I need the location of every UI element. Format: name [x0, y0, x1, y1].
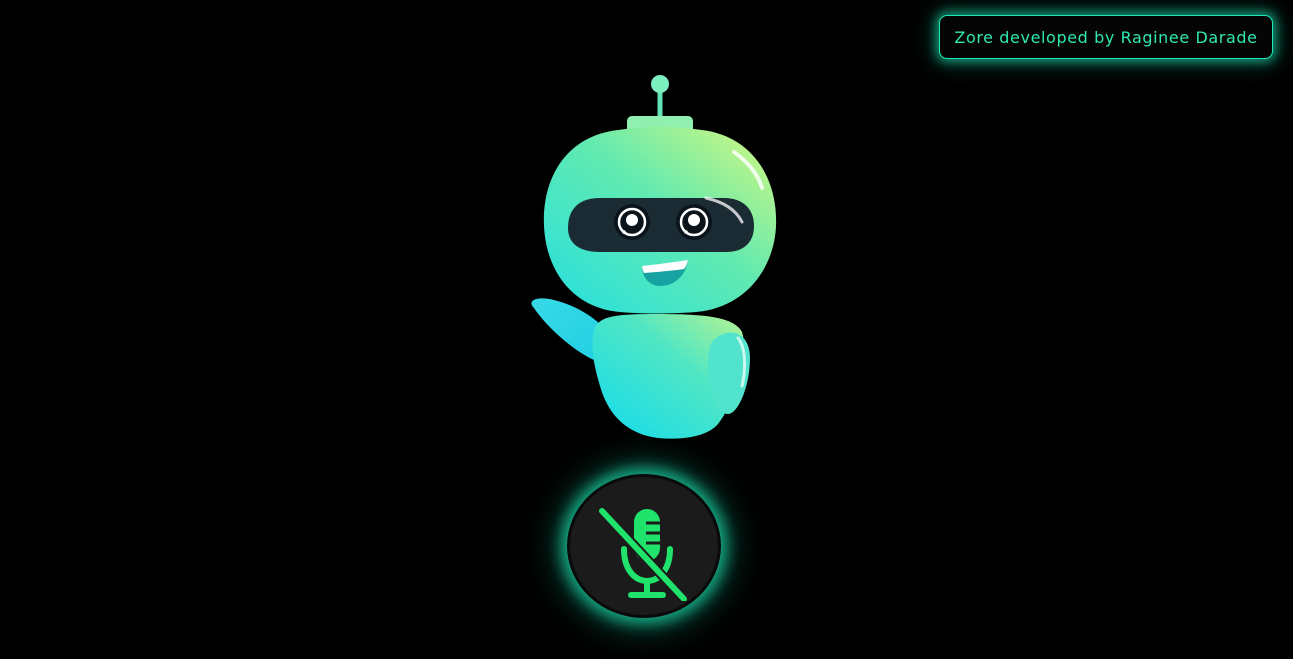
microphone-off-icon	[597, 506, 689, 601]
left-eye	[614, 204, 650, 240]
right-eye	[676, 204, 712, 240]
robot-mascot-icon	[531, 75, 777, 439]
credit-badge: Zore developed by Raginee Darade	[939, 15, 1273, 59]
microphone-toggle-button[interactable]	[567, 474, 721, 618]
voice-assistant-screen: Zore developed by Raginee Darade	[0, 0, 1293, 659]
credit-text: Zore developed by Raginee Darade	[954, 27, 1258, 47]
antenna-tip	[651, 75, 669, 93]
